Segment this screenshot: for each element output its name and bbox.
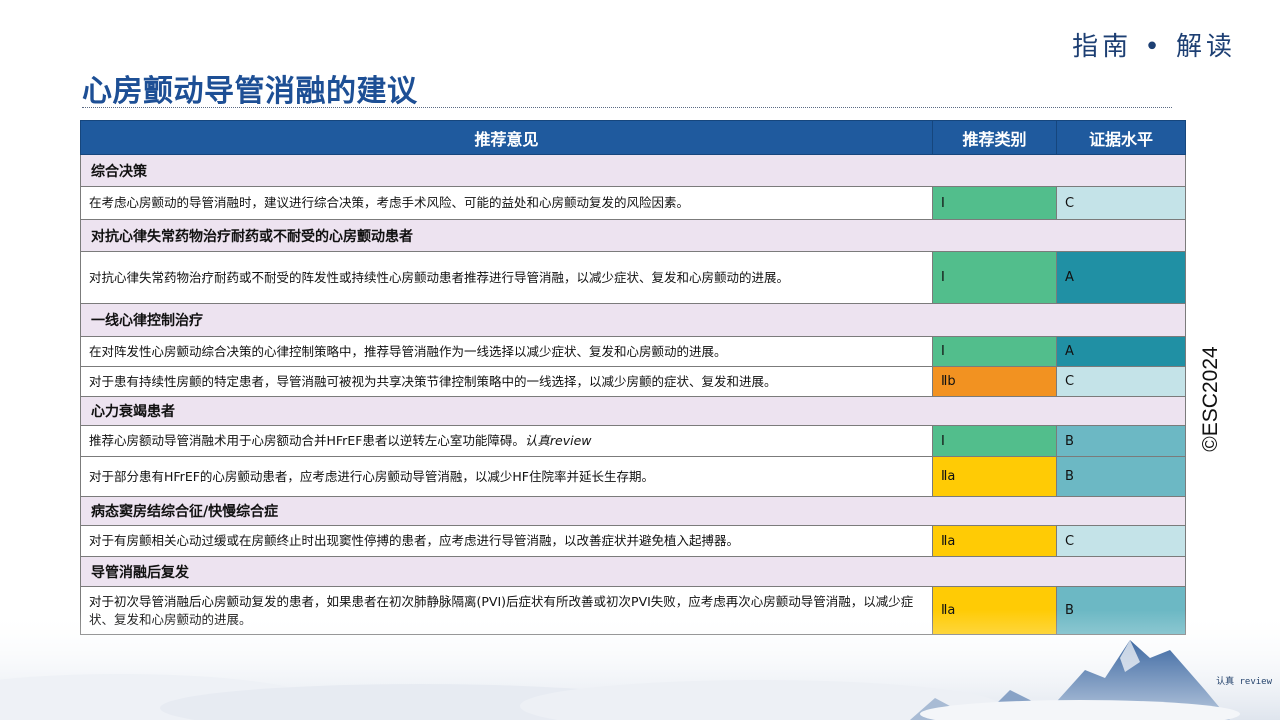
- class-cell: I: [932, 186, 1057, 220]
- header-class: 推荐类别: [932, 120, 1057, 155]
- section-title: 一线心律控制治疗: [80, 303, 1186, 337]
- recommendation-text: 对抗心律失常药物治疗耐药或不耐受的阵发性或持续性心房颤动患者推荐进行导管消融，以…: [80, 251, 933, 304]
- level-cell: C: [1056, 525, 1186, 557]
- mountain-cloud-decoration: [0, 610, 1280, 720]
- level-cell: C: [1056, 366, 1186, 397]
- section-title: 病态窦房结综合征/快慢综合症: [80, 496, 1186, 526]
- recommendation-text-body: 推荐心房额动导管消融术用于心房额动合并HFrEF患者以逆转左心室功能障碍。: [89, 433, 525, 448]
- section-row: 综合决策: [80, 154, 1186, 187]
- class-cell: Ⅱa: [932, 456, 1057, 497]
- copyright-label: ©ESC2024: [1196, 340, 1226, 458]
- table-header-row: 推荐意见 推荐类别 证据水平: [80, 120, 1186, 155]
- inline-review-note: 认真review: [524, 433, 592, 448]
- title-divider: [82, 107, 1172, 108]
- level-cell: A: [1056, 336, 1186, 367]
- recommendation-text: 对于患有持续性房颤的特定患者，导管消融可被视为共享决策节律控制策略中的一线选择，…: [80, 366, 933, 397]
- section-row: 导管消融后复发: [80, 556, 1186, 587]
- level-cell: C: [1056, 186, 1186, 220]
- brand-logo-text: 指南 • 解读: [1072, 32, 1236, 62]
- page-title: 心房颤动导管消融的建议: [82, 74, 418, 109]
- recommendation-text: 在考虑心房颤动的导管消融时，建议进行综合决策，考虑手术风险、可能的益处和心房颤动…: [80, 186, 933, 220]
- section-row: 病态窦房结综合征/快慢综合症: [80, 496, 1186, 526]
- class-cell: Ⅱb: [932, 366, 1057, 397]
- table-row: 对于患有持续性房颤的特定患者，导管消融可被视为共享决策节律控制策略中的一线选择，…: [80, 366, 1186, 397]
- recommendation-text: 对于有房颤相关心动过缓或在房颤终止时出现窦性停搏的患者，应考虑进行导管消融，以改…: [80, 525, 933, 557]
- level-cell: B: [1056, 456, 1186, 497]
- section-title: 导管消融后复发: [80, 556, 1186, 587]
- recommendation-text: 在对阵发性心房颤动综合决策的心律控制策略中，推荐导管消融作为一线选择以减少症状、…: [80, 336, 933, 367]
- section-title: 心力衰竭患者: [80, 396, 1186, 426]
- table-row: 对于有房颤相关心动过缓或在房颤终止时出现窦性停搏的患者，应考虑进行导管消融，以改…: [80, 525, 1186, 557]
- table-row: 对抗心律失常药物治疗耐药或不耐受的阵发性或持续性心房颤动患者推荐进行导管消融，以…: [80, 251, 1186, 304]
- section-title: 对抗心律失常药物治疗耐药或不耐受的心房颤动患者: [80, 219, 1186, 252]
- section-row: 一线心律控制治疗: [80, 303, 1186, 337]
- recommendation-text: 推荐心房额动导管消融术用于心房额动合并HFrEF患者以逆转左心室功能障碍。认真r…: [80, 425, 933, 457]
- header-level: 证据水平: [1056, 120, 1186, 155]
- copyright-text: ©ESC2024: [1199, 346, 1222, 452]
- header-recommendation: 推荐意见: [80, 120, 933, 155]
- table-row: 在考虑心房颤动的导管消融时，建议进行综合决策，考虑手术风险、可能的益处和心房颤动…: [80, 186, 1186, 220]
- level-cell: B: [1056, 425, 1186, 457]
- class-cell: Ⅱa: [932, 525, 1057, 557]
- level-cell: A: [1056, 251, 1186, 304]
- table-row: 在对阵发性心房颤动综合决策的心律控制策略中，推荐导管消融作为一线选择以减少症状、…: [80, 336, 1186, 367]
- section-row: 对抗心律失常药物治疗耐药或不耐受的心房颤动患者: [80, 219, 1186, 252]
- class-cell: I: [932, 336, 1057, 367]
- recommendation-text: 对于部分患有HFrEF的心房颤动患者，应考虑进行心房颤动导管消融，以减少HF住院…: [80, 456, 933, 497]
- class-cell: I: [932, 425, 1057, 457]
- class-cell: I: [932, 251, 1057, 304]
- recommendation-table: 推荐意见 推荐类别 证据水平 综合决策 在考虑心房颤动的导管消融时，建议进行综合…: [80, 120, 1186, 635]
- section-title: 综合决策: [80, 154, 1186, 187]
- table-row: 推荐心房额动导管消融术用于心房额动合并HFrEF患者以逆转左心室功能障碍。认真r…: [80, 425, 1186, 457]
- watermark-text: 认真 review: [1216, 677, 1272, 687]
- section-row: 心力衰竭患者: [80, 396, 1186, 426]
- table-row: 对于部分患有HFrEF的心房颤动患者，应考虑进行心房颤动导管消融，以减少HF住院…: [80, 456, 1186, 497]
